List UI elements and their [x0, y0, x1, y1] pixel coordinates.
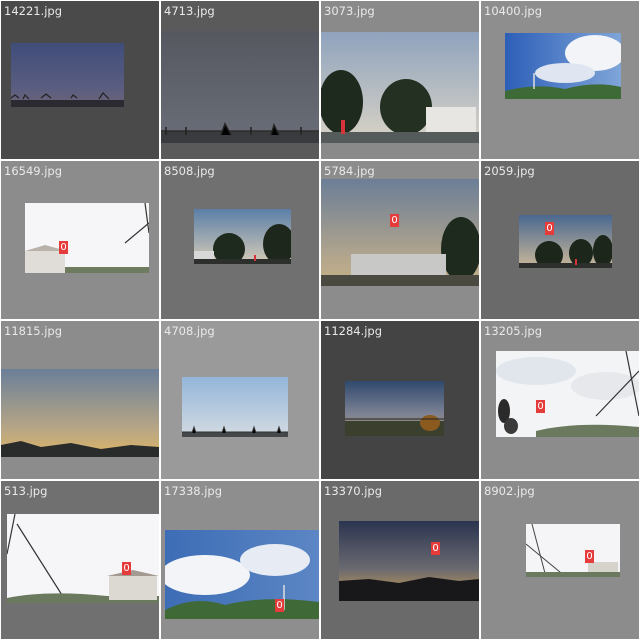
grid-tile[interactable]: 8902.jpg 0 [481, 481, 639, 639]
tile-thumbnail[interactable] [7, 514, 159, 603]
grid-tile[interactable]: 11815.jpg [1, 321, 159, 479]
tile-filename: 13205.jpg [484, 324, 543, 338]
image-grid: 14221.jpg 4713.jpg 3073.jpg 10400.jpg 16… [0, 0, 640, 640]
tile-thumbnail[interactable] [526, 524, 620, 577]
tile-thumbnail[interactable] [194, 209, 291, 264]
tile-filename: 11284.jpg [324, 324, 383, 338]
tile-thumbnail[interactable] [519, 215, 612, 268]
grid-tile[interactable]: 513.jpg 0 [1, 481, 159, 639]
grid-tile[interactable]: 3073.jpg [321, 1, 479, 159]
tile-filename: 16549.jpg [4, 164, 63, 178]
grid-tile[interactable]: 4713.jpg [161, 1, 319, 159]
tile-thumbnail[interactable] [182, 377, 288, 437]
detection-label: 0 [390, 214, 399, 227]
detection-label: 0 [431, 542, 440, 555]
grid-tile[interactable]: 2059.jpg 0 [481, 161, 639, 319]
grid-tile[interactable]: 5784.jpg 0 [321, 161, 479, 319]
tile-filename: 17338.jpg [164, 484, 223, 498]
grid-tile[interactable]: 13370.jpg 0 [321, 481, 479, 639]
grid-tile[interactable]: 4708.jpg [161, 321, 319, 479]
tile-filename: 8902.jpg [484, 484, 535, 498]
tile-thumbnail[interactable] [11, 43, 124, 107]
tile-filename: 14221.jpg [4, 4, 63, 18]
tile-thumbnail[interactable] [321, 179, 479, 286]
detection-label: 0 [585, 550, 594, 563]
tile-filename: 2059.jpg [484, 164, 535, 178]
grid-tile[interactable]: 11284.jpg [321, 321, 479, 479]
tile-filename: 3073.jpg [324, 4, 375, 18]
detection-label: 0 [275, 599, 284, 612]
tile-filename: 4708.jpg [164, 324, 215, 338]
tile-filename: 513.jpg [4, 484, 48, 498]
detection-label: 0 [122, 562, 131, 575]
tile-thumbnail[interactable] [345, 381, 444, 436]
tile-thumbnail[interactable] [505, 33, 621, 99]
tile-thumbnail[interactable] [1, 369, 159, 457]
detection-label: 0 [536, 400, 545, 413]
grid-tile[interactable]: 10400.jpg [481, 1, 639, 159]
grid-tile[interactable]: 13205.jpg 0 [481, 321, 639, 479]
grid-tile[interactable]: 8508.jpg [161, 161, 319, 319]
detection-label: 0 [545, 222, 554, 235]
tile-filename: 13370.jpg [324, 484, 383, 498]
tile-thumbnail[interactable] [339, 521, 479, 601]
detection-label: 0 [59, 241, 68, 254]
tile-filename: 8508.jpg [164, 164, 215, 178]
tile-filename: 4713.jpg [164, 4, 215, 18]
tile-thumbnail[interactable] [25, 203, 149, 273]
tile-filename: 11815.jpg [4, 324, 63, 338]
tile-thumbnail[interactable] [321, 32, 479, 143]
grid-tile[interactable]: 16549.jpg 0 [1, 161, 159, 319]
tile-thumbnail[interactable] [165, 530, 319, 619]
tile-filename: 10400.jpg [484, 4, 543, 18]
grid-tile[interactable]: 17338.jpg 0 [161, 481, 319, 639]
tile-thumbnail[interactable] [496, 351, 639, 437]
tile-filename: 5784.jpg [324, 164, 375, 178]
tile-thumbnail[interactable] [161, 31, 319, 143]
grid-tile[interactable]: 14221.jpg [1, 1, 159, 159]
